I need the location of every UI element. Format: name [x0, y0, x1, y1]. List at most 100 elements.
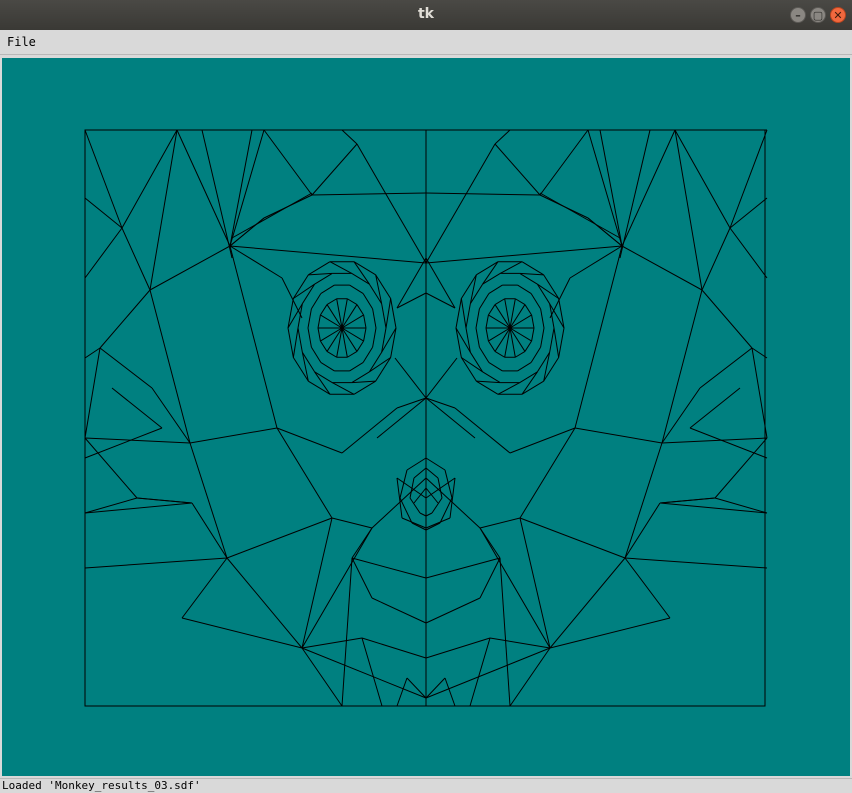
mesh-edge — [449, 477, 456, 519]
mesh-edge — [587, 129, 623, 247]
mesh-edge — [320, 314, 343, 329]
mesh-edge — [310, 346, 322, 363]
mesh-edge — [425, 487, 439, 504]
close-button[interactable]: ✕ — [830, 7, 846, 23]
mesh-edge — [517, 361, 532, 372]
mesh-edge — [320, 284, 335, 295]
mesh-edge — [136, 497, 193, 504]
mesh-edge — [482, 371, 501, 384]
mesh-edge — [287, 327, 294, 358]
mesh-edge — [494, 129, 511, 145]
mesh-edge — [425, 512, 433, 517]
mesh-edge — [396, 477, 403, 519]
minimize-button[interactable]: – — [790, 7, 806, 23]
mesh-edge — [341, 407, 398, 454]
mesh-edge — [317, 327, 321, 342]
mesh-edge — [689, 427, 768, 459]
mesh-edge — [229, 245, 283, 279]
mesh-edge — [540, 308, 545, 329]
mesh-edge — [406, 457, 427, 471]
mesh-edge — [661, 387, 701, 444]
mesh-edge — [425, 647, 551, 699]
mesh-edge — [401, 517, 427, 529]
mesh-edge — [409, 477, 415, 499]
mesh-edge — [488, 284, 503, 295]
mesh-edge — [425, 207, 459, 264]
mesh-edge — [519, 272, 544, 276]
mesh-edge — [499, 557, 511, 707]
mesh-edge — [485, 314, 489, 329]
mesh-edge — [487, 340, 496, 352]
mesh-edge — [390, 298, 397, 329]
mesh-edge — [488, 314, 511, 329]
mesh-edge — [191, 502, 228, 559]
mesh-edge — [99, 347, 153, 389]
mesh-edge — [326, 351, 337, 358]
mesh-edge — [84, 437, 191, 444]
drawing-canvas[interactable] — [2, 58, 850, 776]
mesh-edge — [569, 245, 623, 279]
mesh-edge — [624, 442, 663, 559]
mesh-edge — [406, 677, 427, 699]
mesh-edge — [263, 129, 313, 196]
mesh-edge — [301, 637, 363, 649]
mesh-edge — [469, 637, 491, 707]
mesh-edge — [320, 361, 335, 372]
mesh-edge — [469, 352, 483, 373]
mesh-edge — [621, 245, 703, 291]
mesh-edge — [524, 304, 533, 316]
mesh-edge — [489, 637, 551, 649]
mesh-edge — [530, 346, 542, 363]
mesh-edge — [314, 272, 333, 285]
mesh-edge — [549, 557, 626, 649]
mesh-edge — [549, 277, 571, 319]
mesh-edge — [326, 298, 337, 305]
mesh-edge — [362, 293, 374, 310]
mesh-edge — [537, 283, 551, 304]
mesh-edge — [351, 557, 373, 599]
mesh-edge — [531, 314, 535, 329]
mesh-edge — [356, 143, 395, 209]
mesh-edge — [371, 477, 427, 529]
mesh-edge — [521, 371, 538, 395]
mesh-edge — [351, 527, 373, 559]
mesh-edge — [482, 261, 499, 285]
status-bar: Loaded 'Monkey_results_03.sdf' — [0, 778, 852, 793]
mesh-edge — [521, 261, 544, 276]
title-bar[interactable]: tk – ▢ ✕ — [0, 0, 852, 30]
mesh-edge — [425, 677, 446, 699]
mesh-edge — [307, 327, 312, 348]
mesh-edge — [353, 380, 376, 395]
mesh-edge — [181, 557, 228, 619]
mesh-edge — [301, 283, 315, 304]
mesh-edge — [229, 245, 278, 429]
mesh-edge — [347, 351, 358, 358]
mesh-edge — [521, 380, 544, 395]
mesh-edge — [329, 261, 353, 274]
mesh-edge — [84, 347, 101, 439]
mesh-edge — [356, 340, 365, 352]
mesh-edge — [425, 557, 501, 579]
mesh-edge — [84, 557, 228, 569]
mesh-edge — [331, 517, 373, 529]
canvas-frame — [0, 56, 852, 778]
mesh-edge — [425, 192, 541, 196]
mesh-edge — [413, 487, 427, 504]
mesh-edge — [537, 283, 559, 299]
maximize-button[interactable]: ▢ — [810, 7, 826, 23]
mesh-edge — [624, 557, 768, 569]
mesh-edge — [319, 304, 328, 316]
mesh-edge — [84, 437, 138, 499]
file-menu[interactable]: File — [7, 35, 36, 49]
mesh-edge — [531, 327, 535, 342]
mesh-edge — [530, 293, 542, 310]
mesh-edge — [485, 327, 489, 342]
mesh-edge — [661, 289, 703, 444]
mesh-edge — [425, 357, 458, 399]
mesh-edge — [381, 303, 387, 329]
mesh-edge — [476, 380, 501, 384]
mesh-edge — [310, 293, 322, 310]
mesh-edge — [99, 289, 151, 349]
mesh-edge — [476, 261, 499, 276]
mesh-edge — [425, 637, 491, 659]
